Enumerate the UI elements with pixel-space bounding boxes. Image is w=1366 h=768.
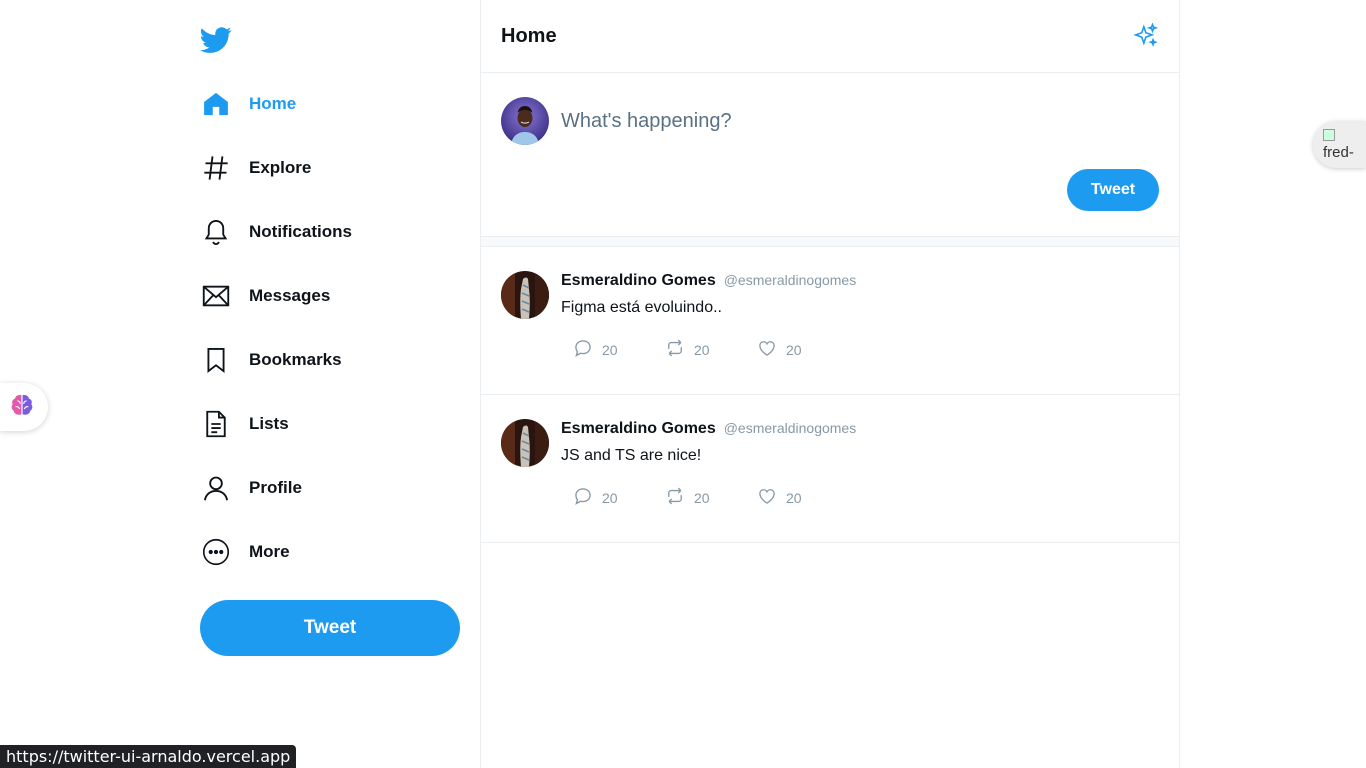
nav-label-home: Home (249, 94, 297, 113)
user-icon (200, 472, 232, 504)
compose-tweet-input[interactable] (561, 103, 1141, 139)
nav-label-messages: Messages (249, 286, 331, 305)
home-icon (200, 88, 232, 120)
reply-icon (573, 338, 602, 361)
timeline-header: Home (481, 0, 1179, 73)
nav-item-lists[interactable]: Lists (200, 392, 480, 456)
tweet-composer: Tweet (481, 73, 1179, 237)
heart-icon (757, 486, 786, 509)
feed-divider (481, 237, 1179, 247)
broken-image-icon (1323, 129, 1335, 141)
nav-item-home[interactable]: Home (200, 72, 480, 136)
like-count: 20 (786, 341, 802, 358)
reply-button[interactable]: 20 (573, 338, 665, 361)
tweet-avatar[interactable] (501, 419, 549, 467)
retweet-button[interactable]: 20 (665, 486, 757, 509)
composer-avatar[interactable] (501, 97, 549, 145)
retweet-icon (665, 338, 694, 361)
tweet-header: Esmeraldino Gomes @esmeraldinogomes (561, 420, 856, 438)
brain-icon (11, 391, 36, 424)
list-document-icon (200, 408, 232, 440)
sparkle-icon[interactable] (1133, 22, 1159, 49)
more-dots-icon (200, 536, 232, 568)
envelope-icon (200, 280, 232, 312)
nav-item-more[interactable]: More (200, 520, 480, 584)
like-button[interactable]: 20 (757, 338, 849, 361)
nav-label-notifications: Notifications (249, 222, 352, 241)
tweet-author-name[interactable]: Esmeraldino Gomes (561, 420, 716, 438)
tweet-avatar[interactable] (501, 271, 549, 319)
sidebar-tweet-button[interactable]: Tweet (200, 600, 460, 656)
nav-item-bookmarks[interactable]: Bookmarks (200, 328, 480, 392)
like-button[interactable]: 20 (757, 486, 849, 509)
tweet-card[interactable]: Esmeraldino Gomes @esmeraldinogomes Figm… (481, 247, 1179, 395)
nav-label-profile: Profile (249, 478, 302, 497)
nav-item-profile[interactable]: Profile (200, 456, 480, 520)
left-sidebar: Home Explore Notifications Messages Book… (200, 0, 480, 768)
hashtag-icon (200, 152, 232, 184)
retweet-icon (665, 486, 694, 509)
nav-item-explore[interactable]: Explore (200, 136, 480, 200)
broken-image-alt-text: fred- (1323, 144, 1354, 161)
tweet-card[interactable]: Esmeraldino Gomes @esmeraldinogomes JS a… (481, 395, 1179, 543)
bookmark-icon (200, 344, 232, 376)
twitter-logo-icon[interactable] (200, 24, 234, 56)
reply-count: 20 (602, 341, 618, 358)
nav-label-explore: Explore (249, 158, 312, 177)
bell-icon (200, 216, 232, 248)
retweet-count: 20 (694, 489, 710, 506)
reply-icon (573, 486, 602, 509)
brain-extension-button[interactable] (0, 383, 48, 431)
tweet-header: Esmeraldino Gomes @esmeraldinogomes (561, 272, 856, 290)
like-count: 20 (786, 489, 802, 506)
tweet-author-handle[interactable]: @esmeraldinogomes (724, 420, 857, 436)
reply-count: 20 (602, 489, 618, 506)
retweet-count: 20 (694, 341, 710, 358)
retweet-button[interactable]: 20 (665, 338, 757, 361)
page-title: Home (501, 24, 557, 47)
nav-label-lists: Lists (249, 414, 289, 433)
nav-label-bookmarks: Bookmarks (249, 350, 342, 369)
composer-tweet-button[interactable]: Tweet (1067, 169, 1159, 211)
tweet-actions: 20 20 20 (573, 486, 849, 509)
nav-item-messages[interactable]: Messages (200, 264, 480, 328)
primary-nav: Home Explore Notifications Messages Book… (200, 72, 480, 584)
tweet-text: Figma está evoluindo.. (561, 299, 722, 316)
tweet-actions: 20 20 20 (573, 338, 849, 361)
nav-label-more: More (249, 542, 290, 561)
tweet-author-name[interactable]: Esmeraldino Gomes (561, 272, 716, 290)
browser-status-url: https://twitter-ui-arnaldo.vercel.app (0, 745, 297, 768)
nav-item-notifications[interactable]: Notifications (200, 200, 480, 264)
main-timeline: Home Tweet (480, 0, 1180, 768)
tweet-author-handle[interactable]: @esmeraldinogomes (724, 272, 857, 288)
tweet-text: JS and TS are nice! (561, 447, 702, 464)
reply-button[interactable]: 20 (573, 486, 665, 509)
broken-side-image[interactable]: fred- (1313, 121, 1366, 168)
heart-icon (757, 338, 786, 361)
